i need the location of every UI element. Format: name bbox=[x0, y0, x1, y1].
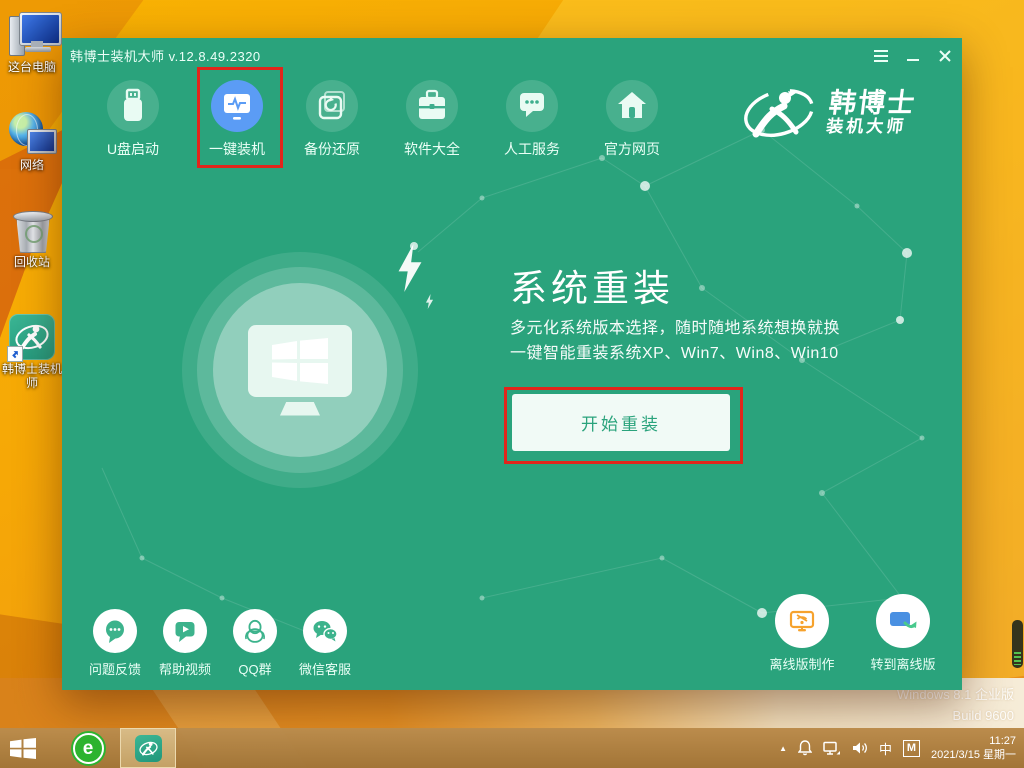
hanboshi-app-icon bbox=[135, 735, 162, 762]
recycle-bin-icon bbox=[10, 207, 54, 253]
footer-label: 离线版制作 bbox=[752, 654, 852, 673]
desktop-icon-recycle-bin[interactable]: 回收站 bbox=[1, 203, 63, 269]
start-button[interactable] bbox=[0, 728, 46, 768]
keyboard-layout-indicator[interactable]: M bbox=[903, 740, 920, 757]
chat-dots-icon bbox=[506, 80, 558, 132]
watermark-build: Build 9600 bbox=[897, 705, 1014, 726]
desktop-icon-label: 回收站 bbox=[1, 255, 63, 269]
desktop-icon-hanboshi[interactable]: 韩博士装机师 bbox=[1, 310, 63, 390]
footer-item-qq-group[interactable]: QQ群 bbox=[220, 609, 290, 678]
desktop-icon-label: 网络 bbox=[1, 158, 63, 172]
desktop-icon-network[interactable]: 网络 bbox=[1, 106, 63, 172]
footer-label: 问题反馈 bbox=[80, 659, 150, 678]
hero-monitor-graphic bbox=[213, 283, 387, 457]
start-reinstall-button[interactable]: 开始重装 bbox=[512, 394, 730, 451]
nav-label: 官方网页 bbox=[587, 139, 677, 159]
video-help-icon bbox=[172, 618, 198, 644]
wechat-icon bbox=[311, 618, 339, 644]
logo-name-line1: 韩博士 bbox=[828, 89, 918, 117]
desktop-icon-this-pc[interactable]: 这台电脑 bbox=[1, 8, 63, 74]
taskbar-hanboshi-button-active[interactable] bbox=[120, 728, 176, 768]
monitor-pulse-icon bbox=[211, 80, 263, 132]
nav-item-usb-boot[interactable]: U盘启动 bbox=[88, 80, 178, 159]
this-pc-icon bbox=[7, 12, 57, 58]
window-title: 韩博士装机大师 v.12.8.49.2320 bbox=[70, 46, 261, 65]
network-icon bbox=[7, 110, 57, 156]
close-icon[interactable] bbox=[936, 48, 954, 64]
footer-label: 帮助视频 bbox=[150, 659, 220, 678]
nav-item-human-service[interactable]: 人工服务 bbox=[487, 80, 577, 159]
nav-item-one-key-install[interactable]: 一键装机 bbox=[192, 80, 282, 159]
minimize-icon[interactable] bbox=[904, 48, 922, 64]
desktop-icon-label: 这台电脑 bbox=[1, 60, 63, 74]
windows-start-icon bbox=[10, 738, 36, 759]
footer-item-offline-make[interactable]: 离线版制作 bbox=[752, 594, 852, 673]
footer-item-feedback[interactable]: 问题反馈 bbox=[80, 609, 150, 678]
feedback-bubble-icon bbox=[102, 618, 128, 644]
lightning-bolt-small-icon bbox=[424, 294, 435, 309]
nav-item-backup-restore[interactable]: 备份还原 bbox=[287, 80, 377, 159]
footer-label: 微信客服 bbox=[290, 659, 360, 678]
backup-restore-icon bbox=[306, 80, 358, 132]
logo-name-line2: 装机大师 bbox=[825, 117, 914, 137]
footer-label: 转到离线版 bbox=[853, 654, 953, 673]
usb-drive-icon bbox=[107, 80, 159, 132]
hero-subtitle: 多元化系统版本选择，随时随地系统想换就换 一键智能重装系统XP、Win7、Win… bbox=[510, 316, 840, 366]
app-logo: 韩博士 装机大师 bbox=[740, 82, 915, 144]
goto-offline-arrow-icon bbox=[887, 606, 919, 636]
hanboshi-shortcut-icon bbox=[9, 314, 55, 360]
volume-icon[interactable] bbox=[852, 741, 868, 755]
desktop: 这台电脑 网络 回收站 韩博士装机师 Windows 8. bbox=[0, 0, 1024, 768]
hanboshi-figure-logo bbox=[740, 82, 818, 144]
footer-label: QQ群 bbox=[220, 659, 290, 678]
app-window: 韩博士装机大师 v.12.8.49.2320 U盘启动 一键装机 bbox=[62, 38, 962, 690]
briefcase-icon bbox=[406, 80, 458, 132]
show-hidden-icons-icon[interactable]: ▲ bbox=[779, 744, 787, 753]
shortcut-arrow-badge bbox=[7, 346, 23, 362]
system-tray: ▲ 中 M 11:27 2021/3/15 星期一 bbox=[779, 734, 1024, 762]
taskbar-clock[interactable]: 11:27 2021/3/15 星期一 bbox=[931, 734, 1016, 762]
footer-item-help-video[interactable]: 帮助视频 bbox=[150, 609, 220, 678]
clock-time: 11:27 bbox=[931, 734, 1016, 748]
lightning-bolt-icon bbox=[395, 244, 425, 292]
nav-label: 备份还原 bbox=[287, 139, 377, 159]
green-e-browser-icon: e bbox=[73, 733, 104, 764]
home-icon bbox=[606, 80, 658, 132]
nav-item-software[interactable]: 软件大全 bbox=[387, 80, 477, 159]
nav-label: 软件大全 bbox=[387, 139, 477, 159]
clock-date: 2021/3/15 星期一 bbox=[931, 748, 1016, 762]
taskbar: e ▲ 中 M bbox=[0, 728, 1024, 768]
taskbar-browser-button[interactable]: e bbox=[68, 728, 108, 768]
hamburger-menu-icon[interactable] bbox=[872, 48, 890, 64]
nav-label: 人工服务 bbox=[487, 139, 577, 159]
nav-label: 一键装机 bbox=[192, 139, 282, 159]
footer-item-goto-offline[interactable]: 转到离线版 bbox=[853, 594, 953, 673]
offline-make-monitor-icon bbox=[787, 606, 817, 636]
network-tray-icon[interactable] bbox=[823, 741, 841, 756]
desktop-icon-label: 韩博士装机师 bbox=[1, 362, 63, 390]
ime-chinese-indicator[interactable]: 中 bbox=[879, 739, 892, 758]
qq-penguin-icon bbox=[242, 618, 268, 644]
windows-watermark: Windows 8.1 企业版 Build 9600 bbox=[897, 684, 1014, 726]
nav-item-official-site[interactable]: 官方网页 bbox=[587, 80, 677, 159]
desktop-gadget-pill bbox=[1012, 620, 1023, 668]
windows-monitor-icon bbox=[248, 325, 352, 397]
hero-title: 系统重装 bbox=[510, 258, 674, 312]
nav-label: U盘启动 bbox=[88, 139, 178, 159]
notifications-bell-icon[interactable] bbox=[798, 740, 812, 756]
footer-item-wechat-service[interactable]: 微信客服 bbox=[290, 609, 360, 678]
